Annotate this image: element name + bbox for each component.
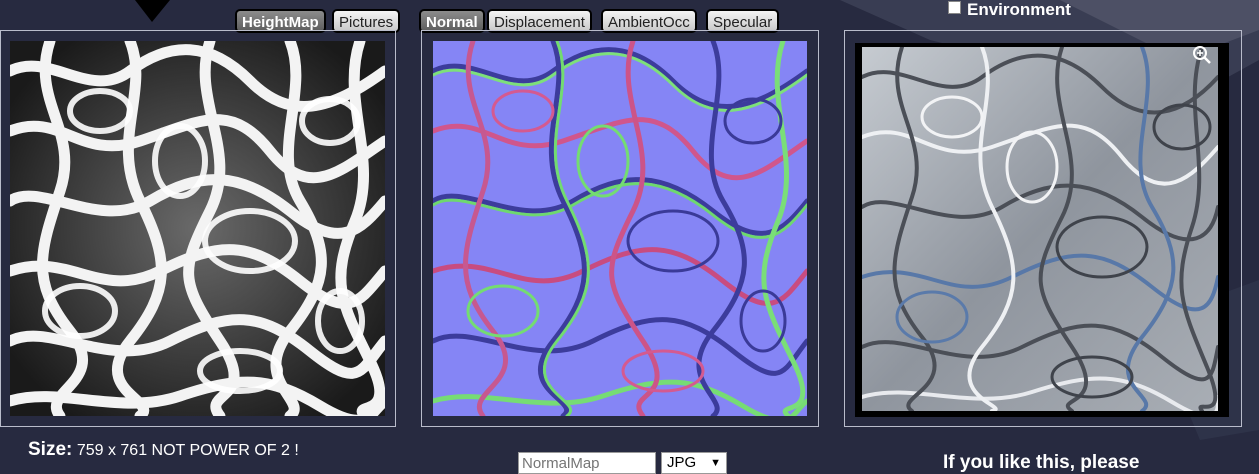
preview-image[interactable] bbox=[862, 47, 1218, 411]
environment-toggle[interactable]: Environment bbox=[948, 0, 1071, 20]
format-select-value: JPG bbox=[667, 454, 697, 471]
normalmap-image[interactable] bbox=[433, 41, 807, 416]
promo-text: If you like this, please bbox=[943, 452, 1140, 473]
environment-checkbox[interactable] bbox=[948, 1, 961, 14]
format-select[interactable]: JPG ▼ bbox=[661, 452, 727, 474]
size-label: Size: bbox=[28, 439, 73, 460]
chevron-down-icon: ▼ bbox=[710, 457, 721, 469]
zoom-in-icon[interactable] bbox=[1192, 45, 1212, 65]
filename-input[interactable] bbox=[518, 452, 656, 474]
size-value: 759 x 761 NOT POWER OF 2 ! bbox=[76, 442, 299, 459]
heightmap-image[interactable] bbox=[10, 41, 385, 416]
size-info: Size: 759 x 761 NOT POWER OF 2 ! bbox=[28, 439, 299, 461]
environment-label: Environment bbox=[967, 0, 1071, 19]
